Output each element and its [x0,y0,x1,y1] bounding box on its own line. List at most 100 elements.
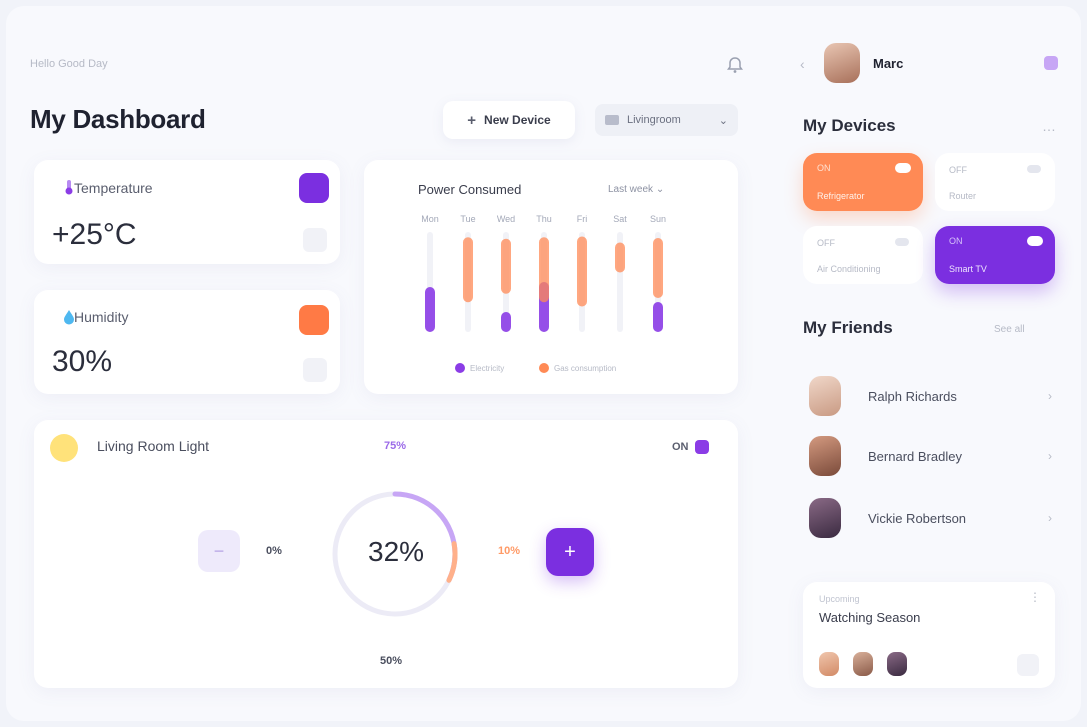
see-all-link[interactable]: See all [994,324,1025,335]
friend-name: Bernard Bradley [868,448,962,464]
device-status: OFF [949,165,967,175]
light-right-value: 10% [498,545,521,557]
chart-bar-electricity [653,302,663,332]
chart-bar-electricity [425,287,435,332]
chevron-down-icon: ⌄ [718,114,728,127]
humidity-toggle[interactable] [299,305,329,335]
room-select-value: Livingroom [627,114,681,126]
friends-title: My Friends [803,318,893,337]
device-card-refrigerator[interactable]: ON Refrigerator [803,153,923,211]
grid-icon [605,115,619,125]
user-avatar[interactable] [824,43,860,83]
light-left-value: 0% [266,545,282,557]
light-bottom-value: 50% [380,655,403,667]
participant-avatar [819,652,839,676]
device-status: ON [949,236,963,246]
chart-filter-value: Last week [608,184,654,195]
light-power-toggle[interactable]: ON [672,440,709,454]
brightness-value: 32% [368,536,425,567]
temperature-value: +25°C [52,218,137,251]
chart-bar-gas [539,237,549,303]
legend-marker [455,363,465,373]
plus-icon: + [467,111,477,129]
chart-x-tick-label: Sat [613,214,627,224]
page-title: My Dashboard [30,104,206,134]
chevron-right-icon: › [1048,389,1052,403]
device-card-smart-tv[interactable]: ON Smart TV [935,226,1055,284]
friend-name: Ralph Richards [868,388,957,404]
device-toggle-indicator [895,238,909,246]
friend-name: Vickie Robertson [868,510,967,526]
add-participant-button[interactable] [1017,654,1039,676]
chart-title: Power Consumed [418,182,522,197]
chart-x-tick-label: Wed [497,214,515,224]
increase-brightness-button[interactable]: + [546,528,594,576]
device-name: Smart TV [949,264,987,274]
device-card-air-conditioning[interactable]: OFF Air Conditioning [803,226,923,284]
participant-avatar [887,652,907,676]
devices-more-icon[interactable]: … [1042,118,1056,134]
chart-x-tick-label: Sun [650,214,666,224]
device-toggle-indicator [895,163,911,173]
device-name: Air Conditioning [817,264,881,274]
chevron-down-icon: ⌄ [655,184,665,195]
light-title: Living Room Light [97,438,210,454]
toggle-indicator [694,440,709,454]
device-name: Refrigerator [817,191,865,201]
device-status: ON [817,163,831,173]
chevron-right-icon: › [1048,511,1052,525]
friend-row[interactable]: Bernard Bradley › [803,428,1060,484]
temperature-more-button[interactable] [303,228,327,252]
new-device-button[interactable]: + New Device [443,101,575,139]
light-top-value: 75% [384,440,407,452]
participant-avatar [853,652,873,676]
temperature-toggle[interactable] [299,173,329,203]
user-menu-button[interactable] [1044,56,1058,70]
friend-row[interactable]: Ralph Richards › [803,368,1060,424]
chart-filter-select[interactable]: Last week ⌄ [608,184,664,195]
chart-bar-gas [653,238,663,298]
minus-icon: − [213,540,225,561]
devices-title: My Devices [803,116,896,135]
device-toggle-indicator [1027,165,1041,173]
user-name: Marc [873,56,904,71]
chart-x-tick-label: Mon [421,214,439,224]
room-select[interactable]: Livingroom ⌄ [595,104,738,136]
friend-row[interactable]: Vickie Robertson › [803,490,1060,546]
plus-icon: + [564,540,576,563]
friend-avatar [809,498,841,538]
new-device-label: New Device [484,113,551,127]
humidity-value: 30% [52,345,113,378]
event-card[interactable]: Upcoming ⋮ Watching Season [803,582,1055,688]
toggle-label: ON [672,441,689,453]
event-title: Watching Season [819,610,921,625]
chart-bar-gas [615,242,625,273]
device-toggle-indicator [1027,236,1043,246]
power-chart: Mon Tue Wed Thu Fri Sat Sun Electricity Gas cons… [421,214,666,373]
device-card-router[interactable]: OFF Router [935,153,1055,211]
humidity-title: Humidity [74,309,129,325]
device-status: OFF [817,238,835,248]
chart-bar-electricity [501,312,511,332]
greeting-text: Hello Good Day [30,58,108,70]
temperature-title: Temperature [74,180,153,196]
chart-x-tick-label: Tue [460,214,475,224]
chart-bar-gas [501,238,511,294]
notification-button[interactable] [724,54,746,76]
chart-x-tick-label: Thu [536,214,552,224]
bulb-icon [50,434,78,462]
friend-avatar [809,376,841,416]
legend-label: Gas consumption [554,364,616,373]
chart-x-tick-label: Fri [577,214,588,224]
bell-icon [727,57,743,73]
humidity-more-button[interactable] [303,358,327,382]
legend-marker [539,363,549,373]
chevron-right-icon: › [1048,449,1052,463]
chart-bar-gas [577,236,587,307]
decrease-brightness-button[interactable]: − [198,530,240,572]
back-icon[interactable]: ‹ [800,56,805,72]
chart-bar-gas [463,237,473,303]
friend-avatar [809,436,841,476]
legend-label: Electricity [470,364,504,373]
event-more-icon[interactable]: ⋮ [1029,590,1041,604]
